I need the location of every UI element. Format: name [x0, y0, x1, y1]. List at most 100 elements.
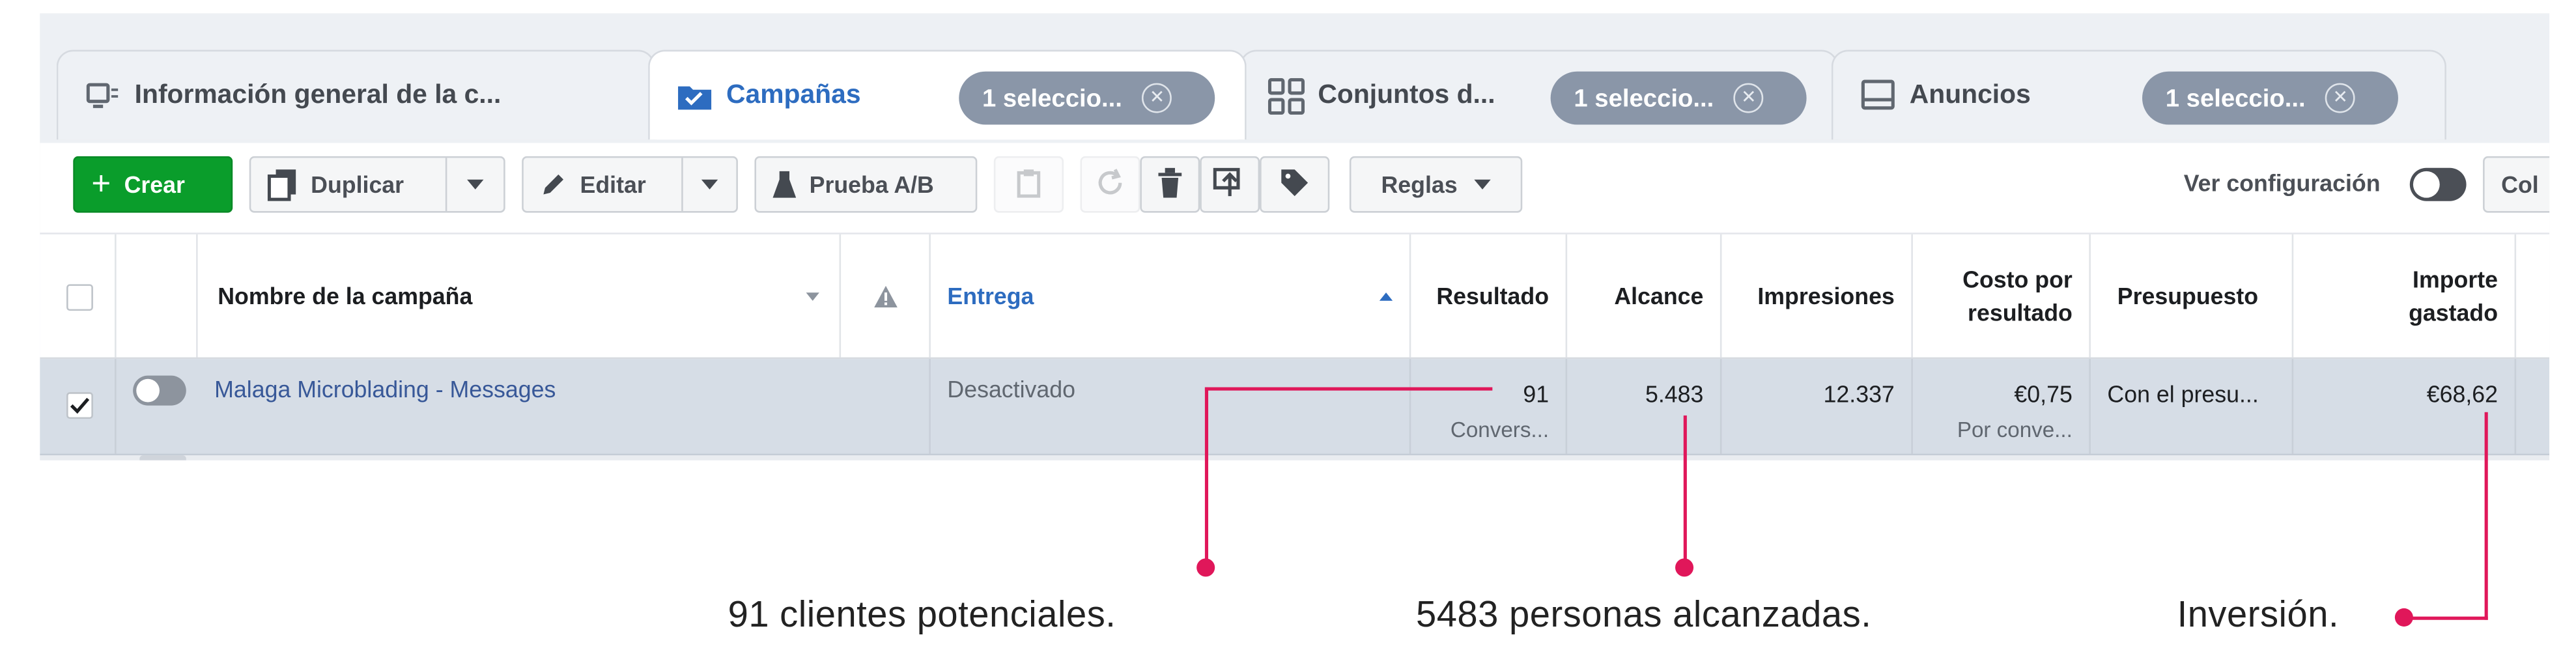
duplicate-icon — [267, 168, 298, 201]
header-amount-spent[interactable]: Importe gastado — [2293, 234, 2517, 358]
create-button[interactable]: + Crear — [73, 156, 233, 213]
folder-icon — [677, 78, 713, 114]
share-button[interactable] — [1200, 156, 1260, 213]
caret-down-icon — [1474, 179, 1491, 190]
row-checkbox[interactable] — [66, 392, 93, 419]
view-settings-label: Ver configuración — [2183, 169, 2381, 197]
tag-button[interactable] — [1260, 156, 1330, 213]
clipboard-button[interactable] — [993, 156, 1064, 213]
tab-adsets-label: Conjuntos d... — [1318, 80, 1495, 109]
header-reach[interactable]: Alcance — [1567, 234, 1722, 358]
close-icon[interactable]: ✕ — [1142, 83, 1172, 113]
duplicate-button[interactable]: Duplicar — [249, 156, 505, 213]
tab-campaigns-label: Campañas — [726, 80, 861, 109]
connector-dot — [1196, 558, 1215, 577]
selection-pill-label: 1 seleccio... — [2165, 83, 2306, 113]
table-header: Nombre de la campaña Entrega Resultado A… — [40, 233, 2550, 360]
delivery-cell: Desactivado — [931, 359, 1411, 454]
annotation-reach: 5483 personas alcanzadas. — [1415, 593, 1872, 635]
sort-asc-icon — [1379, 292, 1393, 301]
refresh-button[interactable] — [1080, 156, 1140, 213]
cost-type: Por conve... — [1957, 417, 2073, 442]
plus-icon: + — [91, 165, 111, 203]
share-icon — [1213, 167, 1247, 202]
tab-campaigns[interactable]: Campañas 1 seleccio... ✕ — [648, 50, 1247, 140]
caret-down-icon — [466, 179, 484, 190]
header-budget-label: Presupuesto — [2117, 282, 2259, 309]
budget-value: Con el presu... — [2107, 380, 2259, 408]
clipboard-icon — [1017, 167, 1041, 202]
toolbar: + Crear Duplicar Editar Prueba A/B Regla… — [40, 143, 2550, 233]
next-row-edge — [40, 455, 2550, 460]
rules-button[interactable]: Reglas — [1349, 156, 1523, 213]
duplicate-button-label: Duplicar — [311, 171, 404, 198]
annotation-investment: Inversión. — [2177, 593, 2340, 635]
row-select-cell — [40, 359, 117, 454]
cost-cell: €0,75 Por conve... — [1913, 359, 2091, 454]
table-row[interactable]: Malaga Microblading - Messages Desactiva… — [40, 359, 2550, 456]
campaign-name-cell[interactable]: Malaga Microblading - Messages — [198, 359, 931, 454]
result-type: Convers... — [1450, 417, 1550, 442]
connector-line — [1204, 387, 1209, 567]
campaign-table: Nombre de la campaña Entrega Resultado A… — [40, 233, 2550, 460]
header-campaign-name[interactable]: Nombre de la campaña — [198, 234, 842, 358]
tab-overview[interactable]: Información general de la c... — [56, 50, 655, 140]
edit-button[interactable]: Editar — [522, 156, 738, 213]
sort-caret-icon — [806, 292, 819, 301]
header-amount-spent-line1: Importe — [2413, 266, 2498, 293]
annotation-leads: 91 clientes potenciales. — [728, 593, 1116, 635]
grid-icon — [1267, 77, 1305, 114]
duplicate-dropdown[interactable] — [445, 158, 503, 212]
tab-adsets[interactable]: Conjuntos d... 1 seleccio... ✕ — [1239, 50, 1839, 140]
header-cost-per-result[interactable]: Costo por resultado — [1913, 234, 2091, 358]
connector-dot — [2394, 608, 2413, 627]
tab-overview-label: Información general de la c... — [134, 80, 502, 109]
header-cost-per-result-line1: Costo por — [1962, 266, 2073, 293]
view-settings-toggle[interactable] — [2409, 167, 2467, 201]
connector-dot — [1675, 558, 1694, 577]
toggle-column — [117, 234, 198, 358]
header-result[interactable]: Resultado — [1411, 234, 1568, 358]
tag-icon — [1280, 167, 1310, 202]
columns-button-label: Col — [2501, 171, 2539, 198]
next-row-toggle — [139, 455, 186, 460]
delete-button[interactable] — [1140, 156, 1200, 213]
ab-test-button-label: Prueba A/B — [809, 171, 934, 198]
close-icon[interactable]: ✕ — [2325, 83, 2356, 113]
header-delivery[interactable]: Entrega — [931, 234, 1411, 358]
budget-cell: Con el presu... — [2091, 359, 2294, 454]
connector-line — [2406, 616, 2488, 620]
reach-cell: 5.483 — [1567, 359, 1722, 454]
selection-pill-label: 1 seleccio... — [1574, 83, 1714, 113]
campaign-name-link[interactable]: Malaga Microblading - Messages — [214, 376, 556, 403]
overview-icon — [85, 78, 121, 114]
header-impressions[interactable]: Impresiones — [1721, 234, 1913, 358]
edit-dropdown[interactable] — [681, 158, 736, 212]
tab-ads[interactable]: Anuncios 1 seleccio... ✕ — [1831, 50, 2446, 140]
ads-manager-panel: Información general de la c... Campañas … — [40, 13, 2550, 460]
campaign-toggle[interactable] — [133, 375, 186, 406]
row-toggle-cell — [117, 359, 198, 453]
select-all-checkbox[interactable] — [66, 284, 93, 311]
delivery-status: Desactivado — [947, 375, 1076, 403]
create-button-label: Crear — [124, 171, 185, 198]
selection-pill[interactable]: 1 seleccio... ✕ — [959, 71, 1215, 125]
caret-down-icon — [701, 179, 718, 190]
header-reach-label: Alcance — [1614, 282, 1704, 309]
result-value: 91 — [1523, 380, 1550, 408]
toggle-knob — [136, 378, 160, 403]
header-warning[interactable] — [841, 234, 931, 358]
amount-spent-cell: €68,62 — [2293, 359, 2517, 454]
connector-line — [1683, 415, 1687, 569]
header-budget[interactable]: Presupuesto — [2091, 234, 2294, 358]
connector-line — [2484, 412, 2488, 620]
annotated-screenshot: Información general de la c... Campañas … — [0, 0, 2576, 665]
ad-icon — [1860, 78, 1896, 114]
header-impressions-label: Impresiones — [1757, 282, 1895, 309]
close-icon[interactable]: ✕ — [1733, 83, 1764, 113]
selection-pill[interactable]: 1 seleccio... ✕ — [1550, 71, 1807, 125]
ab-test-button[interactable]: Prueba A/B — [754, 156, 978, 213]
tab-ads-label: Anuncios — [1909, 80, 2031, 109]
selection-pill[interactable]: 1 seleccio... ✕ — [2142, 71, 2398, 125]
columns-button[interactable]: Col — [2483, 156, 2550, 213]
